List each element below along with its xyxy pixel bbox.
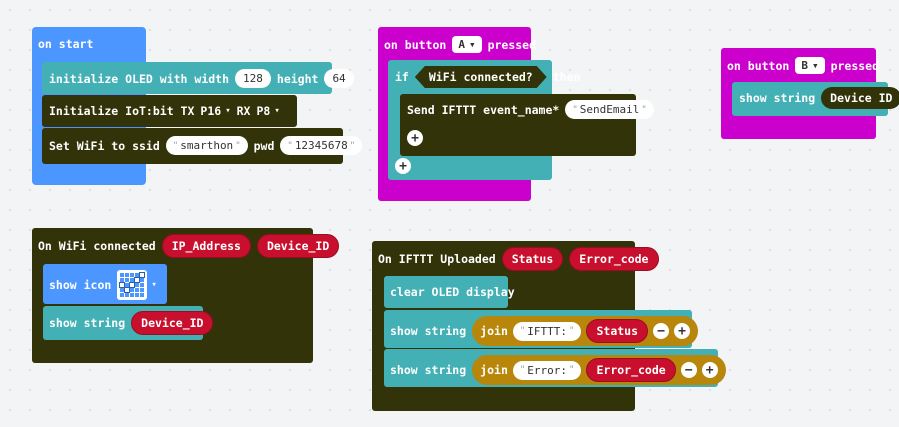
minus-icon[interactable]: − — [680, 362, 697, 378]
iot-label: Initialize IoT:bit TX — [49, 104, 195, 118]
oled-label: initialize OLED with width — [49, 71, 230, 86]
oled-height-label: height — [276, 71, 319, 86]
oled-width-input[interactable]: 128 — [235, 69, 271, 88]
button-a-title-post: pressed — [487, 37, 537, 52]
ssid-input[interactable]: smarthon — [165, 136, 248, 155]
plus-icon[interactable]: + — [701, 362, 718, 378]
chevron-down-icon: ▾ — [225, 106, 231, 116]
status-param[interactable]: Status — [501, 247, 564, 271]
rx-pin-dropdown[interactable]: P8 ▾ — [256, 104, 279, 118]
minus-icon[interactable]: − — [653, 323, 670, 339]
on-start-title: on start — [38, 37, 94, 51]
show-string-b-block[interactable]: show string Device ID — [732, 82, 899, 116]
clear-oled-block[interactable]: clear OLED display — [384, 276, 515, 308]
show-string-status-block[interactable]: show string join IFTTT: Status − + — [384, 310, 699, 348]
tx-pin-dropdown[interactable]: P16 ▾ — [200, 104, 230, 118]
ip-address-param[interactable]: IP_Address — [161, 234, 251, 258]
chevron-down-icon: ▾ — [151, 280, 157, 290]
join-label: join — [480, 324, 508, 338]
device-id-value[interactable]: Device ID — [821, 87, 899, 109]
wifi-label: Set WiFi to ssid — [49, 138, 160, 153]
pwd-input[interactable]: 12345678 — [280, 136, 363, 155]
button-a-title-pre: on button — [384, 37, 447, 52]
button-b-title-pre: on button — [727, 58, 790, 73]
set-wifi-block[interactable]: Set WiFi to ssid smarthon pwd 12345678 — [42, 128, 363, 164]
chevron-down-icon: ▾ — [811, 59, 819, 72]
add-else-icon[interactable]: + — [395, 158, 411, 174]
event-name-input[interactable]: SendEmail — [565, 100, 654, 119]
oled-height-input[interactable]: 64 — [324, 69, 354, 88]
status-var[interactable]: Status — [586, 319, 649, 343]
join-error-block[interactable]: join Error: Error_code − + — [472, 355, 726, 385]
if-label: if — [395, 70, 409, 84]
wifi-connected-title: On WiFi connected — [38, 239, 156, 253]
show-string-label: show string — [390, 363, 467, 377]
wifi-connected-condition[interactable]: WiFi connected? — [415, 66, 547, 88]
show-icon-block[interactable]: show icon ▾ — [43, 264, 167, 304]
button-b-title-post: pressed — [830, 58, 880, 73]
plus-icon[interactable]: + — [674, 323, 691, 339]
join-status-block[interactable]: join IFTTT: Status − + — [472, 316, 699, 346]
show-icon-label: show icon — [49, 278, 112, 292]
error-text-input[interactable]: Error: — [512, 360, 582, 380]
icon-picker-dropdown[interactable]: ▾ — [117, 270, 157, 300]
device-id-param[interactable]: Device_ID — [256, 234, 340, 258]
then-label: then — [552, 70, 581, 84]
button-b-dropdown[interactable]: B ▾ — [795, 57, 825, 74]
init-oled-block[interactable]: initialize OLED with width 128 height 64 — [42, 62, 354, 94]
error-code-param[interactable]: Error_code — [569, 247, 659, 271]
device-id-var[interactable]: Device_ID — [131, 311, 214, 335]
rx-label: RX — [236, 104, 251, 118]
add-param-icon[interactable]: + — [407, 130, 423, 146]
chevron-down-icon: ▾ — [274, 106, 280, 116]
led-pattern-icon — [117, 270, 148, 300]
show-string-label: show string — [739, 91, 816, 105]
init-iot-block[interactable]: Initialize IoT:bit TX P16 ▾ RX P8 ▾ — [42, 95, 297, 127]
clear-oled-label: clear OLED display — [390, 285, 515, 299]
show-string-label: show string — [49, 316, 126, 330]
show-string-error-block[interactable]: show string join Error: Error_code − + — [384, 349, 726, 387]
pwd-label: pwd — [253, 138, 275, 153]
show-string-label: show string — [390, 324, 467, 338]
show-string-device-block[interactable]: show string Device_ID — [43, 306, 214, 340]
ifttt-text-input[interactable]: IFTTT: — [512, 321, 582, 341]
send-ifttt-label: Send IFTTT event_name* — [407, 102, 560, 117]
error-code-var[interactable]: Error_code — [586, 358, 676, 382]
ifttt-uploaded-title: On IFTTT Uploaded — [378, 252, 496, 266]
send-ifttt-block[interactable]: Send IFTTT event_name* SendEmail + — [400, 94, 654, 156]
button-a-dropdown[interactable]: A ▾ — [452, 36, 482, 53]
join-label: join — [480, 363, 508, 377]
chevron-down-icon: ▾ — [468, 38, 476, 51]
